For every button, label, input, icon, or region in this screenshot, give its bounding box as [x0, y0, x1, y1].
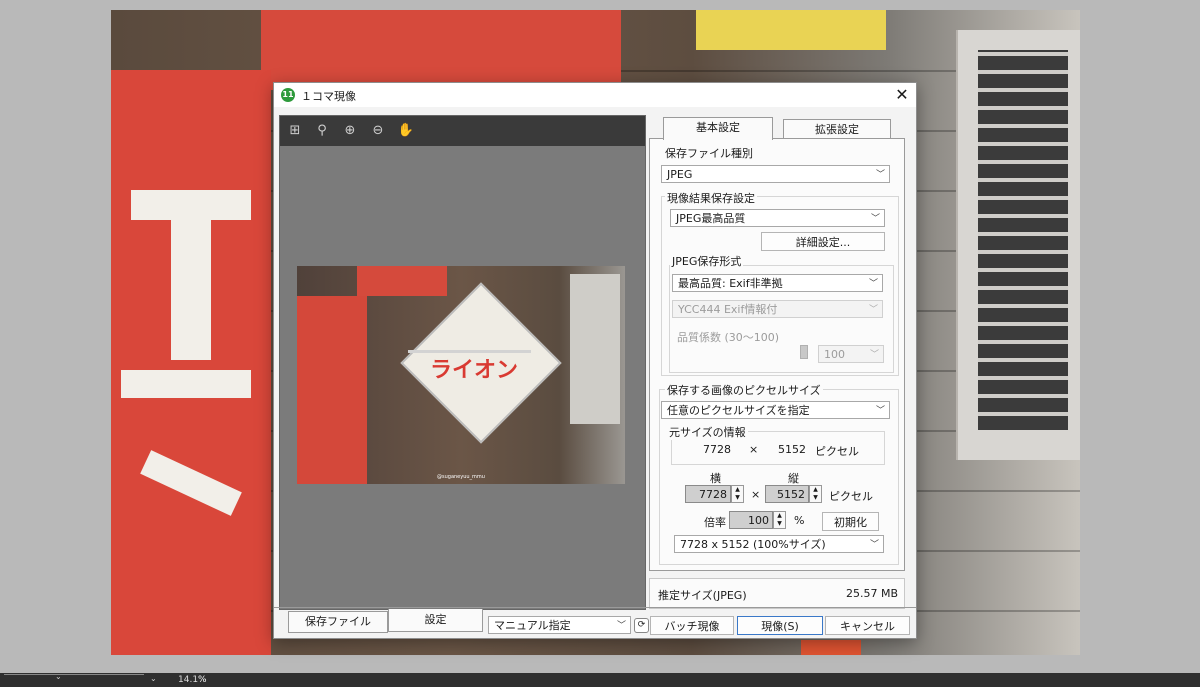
reset-button[interactable]: 初期化: [822, 512, 879, 531]
mode-select[interactable]: マニュアル指定 ﹀: [488, 616, 631, 634]
dialog-title: １コマ現像: [301, 90, 356, 103]
ycc-select: YCC444 Exif情報付 ﹀: [672, 300, 883, 318]
batch-develop-button[interactable]: バッチ現像: [650, 616, 734, 635]
tab-extended-settings[interactable]: 拡張設定: [783, 119, 891, 140]
scale-spinner[interactable]: ▲ ▼: [773, 511, 786, 529]
detail-settings-button[interactable]: 詳細設定...: [761, 232, 885, 251]
bg-red-sign-top: [261, 10, 621, 90]
zoom-in-icon[interactable]: ⊕: [341, 122, 359, 140]
original-size-label: 元サイズの情報: [667, 424, 748, 440]
original-unit: ピクセル: [815, 445, 859, 458]
quality-slider-track: [408, 350, 531, 353]
title-bar: 11 １コマ現像 ✕: [274, 83, 916, 107]
refresh-icon[interactable]: ⟳: [634, 618, 649, 633]
tab-save-file[interactable]: 保存ファイル: [288, 611, 388, 633]
preview-red-sign-top: [357, 266, 447, 296]
preview-sign-text: ライオン: [430, 358, 519, 383]
height-spinner[interactable]: ▲ ▼: [809, 485, 822, 503]
zoom-value: 14.1: [178, 675, 199, 685]
jpeg-format-label: JPEG保存形式: [670, 253, 744, 269]
close-icon[interactable]: ✕: [892, 85, 912, 105]
file-type-label: 保存ファイル種別: [665, 147, 753, 160]
width-input[interactable]: 7728: [685, 485, 731, 503]
width-spinner[interactable]: ▲ ▼: [731, 485, 744, 503]
chevron-down-icon: ﹀: [875, 170, 885, 180]
mode-value: マニュアル指定: [494, 619, 571, 632]
zoom-dropdown-icon[interactable]: ⌄: [150, 674, 157, 683]
chevron-down-icon: ﹀: [870, 214, 880, 224]
chevron-down-icon: ﹀: [616, 621, 626, 631]
original-width: 7728: [703, 443, 731, 456]
chevron-down-icon: ﹀: [868, 279, 878, 289]
preview-image[interactable]: ライオン @suganeyuu_mmu: [297, 266, 625, 484]
height-input[interactable]: 5152: [765, 485, 809, 503]
preset-size-value: 7728 x 5152 (100%サイズ): [680, 538, 826, 551]
jpeg-format-select[interactable]: 最高品質: Exif非準拠 ﹀: [672, 274, 883, 292]
preview-air-conditioner: [570, 274, 620, 424]
jpeg-format-value: 最高品質: Exif非準拠: [678, 277, 783, 290]
chevron-down-icon: ﹀: [868, 305, 878, 315]
preset-size-select[interactable]: 7728 x 5152 (100%サイズ) ﹀: [674, 535, 884, 553]
file-type-value: JPEG: [667, 168, 693, 181]
quality-slider-thumb: [800, 345, 808, 359]
chevron-down-icon: ﹀: [869, 540, 879, 550]
bg-cone: [801, 640, 861, 655]
slider-chevron-icon[interactable]: ⌄: [55, 672, 62, 681]
estimate-label: 推定サイズ(JPEG): [658, 589, 747, 602]
quality-factor-label: 品質係数 (30～100): [677, 331, 780, 344]
original-times: ×: [749, 443, 759, 456]
bg-air-conditioner: [956, 30, 1080, 460]
scale-input[interactable]: 100: [729, 511, 773, 529]
status-bar: ⌄ ⌄ 14.1 %: [0, 672, 1200, 687]
preview-watermark: @suganeyuu_mmu: [437, 474, 485, 480]
preview-toolbar: ⊞ ⚲ ⊕ ⊖ ✋: [280, 116, 645, 146]
quality-value: JPEG最高品質: [676, 212, 746, 225]
divider: [274, 607, 916, 608]
hand-icon[interactable]: ✋: [397, 122, 415, 140]
app-icon: 11: [281, 88, 295, 102]
estimate-box: 推定サイズ(JPEG) 25.57 MB: [649, 578, 905, 609]
file-type-select[interactable]: JPEG ﹀: [661, 165, 890, 183]
quality-factor-value: 100: [824, 348, 845, 361]
width-label: 横: [710, 472, 721, 485]
bg-yellow-sign: [696, 10, 886, 50]
pixel-size-value: 任意のピクセルサイズを指定: [667, 404, 810, 417]
preview-red-sign-left: [297, 296, 367, 484]
chevron-down-icon: ﹀: [869, 350, 879, 360]
quality-select[interactable]: JPEG最高品質 ﹀: [670, 209, 885, 227]
height-label: 縦: [788, 472, 799, 485]
original-height: 5152: [778, 443, 806, 456]
quality-factor-select: 100 ﹀: [818, 345, 884, 363]
scale-percent: %: [794, 514, 805, 527]
zoom-out-icon[interactable]: ⊖: [369, 122, 387, 140]
tab-basic-settings[interactable]: 基本設定: [663, 117, 773, 140]
bg-red-sign: [111, 70, 271, 655]
ycc-value: YCC444 Exif情報付: [678, 303, 778, 316]
size-unit: ピクセル: [829, 490, 873, 503]
develop-dialog: 11 １コマ現像 ✕ ⊞ ⚲ ⊕ ⊖ ✋ ライオン @suganeyuu_mmu…: [273, 82, 917, 639]
pixel-size-label: 保存する画像のピクセルサイズ: [665, 382, 823, 398]
estimate-value: 25.57 MB: [846, 587, 899, 600]
cancel-button[interactable]: キャンセル: [825, 616, 910, 635]
tab-settings-bottom[interactable]: 設定: [388, 609, 483, 632]
grid-icon[interactable]: ⊞: [286, 122, 304, 140]
preview-pane: ⊞ ⚲ ⊕ ⊖ ✋ ライオン @suganeyuu_mmu: [279, 115, 646, 610]
develop-button[interactable]: 現像(S): [737, 616, 823, 635]
size-times: ×: [751, 488, 761, 501]
scale-label: 倍率: [704, 516, 726, 529]
result-group-label: 現像結果保存設定: [665, 190, 757, 206]
zoom-unit: %: [198, 675, 207, 685]
pixel-size-select[interactable]: 任意のピクセルサイズを指定 ﹀: [661, 401, 890, 419]
zoom-icon[interactable]: ⚲: [313, 122, 331, 140]
chevron-down-icon: ﹀: [875, 406, 885, 416]
